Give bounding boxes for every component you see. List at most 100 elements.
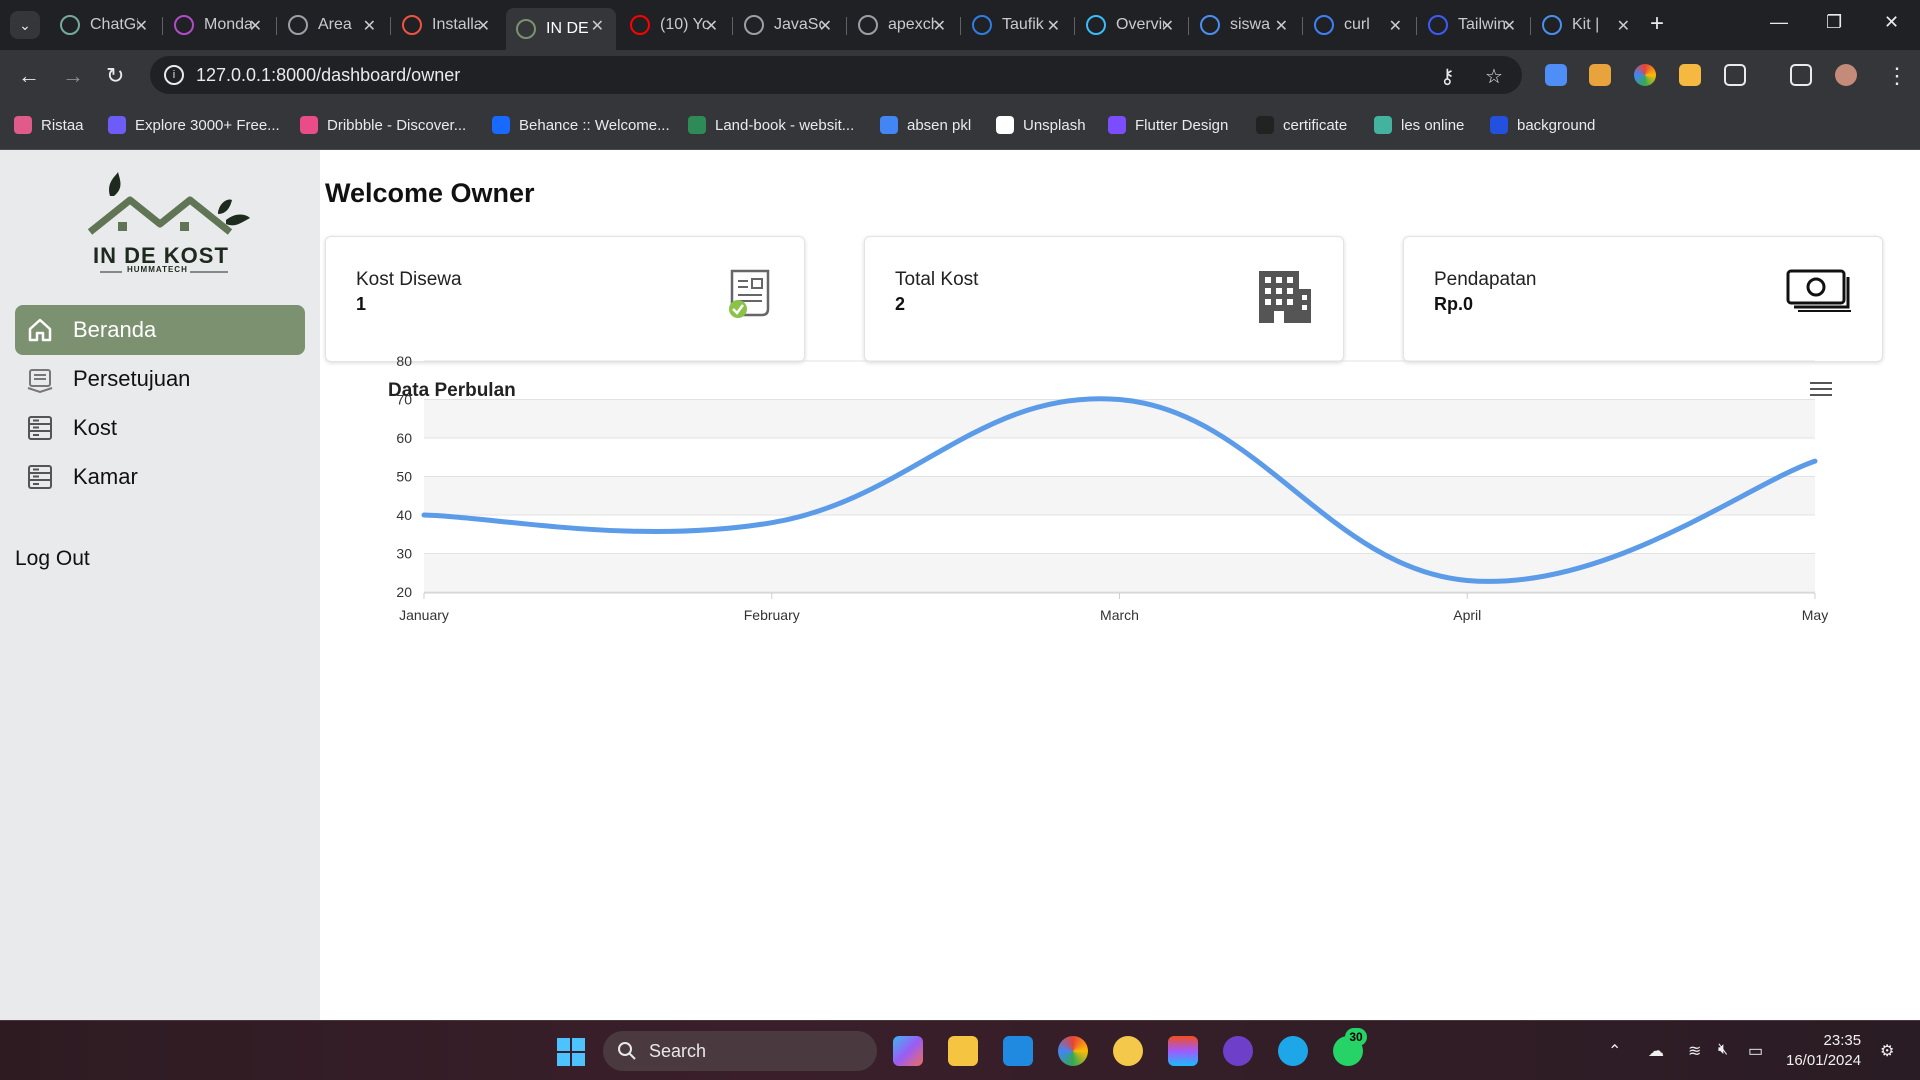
bookmark-favicon-icon xyxy=(492,116,510,134)
windows-start-icon[interactable] xyxy=(557,1038,585,1066)
forward-button[interactable]: → xyxy=(62,63,84,89)
bookmark-item[interactable]: certificate xyxy=(1256,116,1347,134)
extension-color-icon[interactable] xyxy=(1634,64,1656,86)
figma-icon[interactable] xyxy=(1168,1036,1198,1066)
password-key-icon[interactable]: ⚷ xyxy=(1440,64,1455,89)
browser-tab[interactable]: (10) YouTube✕ xyxy=(620,8,730,42)
sidebar-item-beranda[interactable]: Beranda xyxy=(15,305,305,355)
wifi-icon[interactable]: ≋ xyxy=(1688,1041,1701,1061)
bookmark-favicon-icon xyxy=(108,116,126,134)
browser-tab[interactable]: Monday✕ xyxy=(164,8,274,42)
y-tick-label: 60 xyxy=(396,430,412,446)
edge-icon[interactable] xyxy=(1278,1036,1308,1066)
file-explorer-icon[interactable] xyxy=(948,1036,978,1066)
logout-link[interactable]: Log Out xyxy=(15,547,90,571)
tab-close-icon[interactable]: ✕ xyxy=(705,16,718,36)
tab-close-icon[interactable]: ✕ xyxy=(249,16,262,36)
tab-close-icon[interactable]: ✕ xyxy=(1617,16,1630,36)
tray-chevron-icon[interactable]: ⌃ xyxy=(1608,1041,1621,1061)
tab-separator xyxy=(390,17,391,35)
logo-subtitle: HUMMATECH xyxy=(127,265,188,274)
folder-app-icon[interactable] xyxy=(1113,1036,1143,1066)
notifications-icon[interactable]: ⚙ xyxy=(1880,1041,1894,1061)
server-icon xyxy=(25,413,55,443)
bookmark-item[interactable]: Flutter Design xyxy=(1108,116,1228,134)
x-tick-label: January xyxy=(399,607,449,623)
restore-button[interactable]: ❐ xyxy=(1826,12,1842,33)
browser-tab[interactable]: JavaScript✕ xyxy=(734,8,844,42)
browser-tab[interactable]: IN DE KOST✕ xyxy=(506,8,616,50)
tab-separator xyxy=(732,17,733,35)
bookmark-label: Dribbble - Discover... xyxy=(327,116,467,134)
bookmark-favicon-icon xyxy=(14,116,32,134)
bookmark-item[interactable]: Land-book - websit... xyxy=(688,116,854,134)
browser-tab[interactable]: ChatGPT✕ xyxy=(50,8,160,42)
chrome-taskbar-icon[interactable] xyxy=(1058,1036,1088,1066)
browser-tab[interactable]: apexcharts✕ xyxy=(848,8,958,42)
bookmark-star-icon[interactable]: ☆ xyxy=(1485,64,1503,89)
address-bar[interactable]: i 127.0.0.1:8000/dashboard/owner ⚷ ☆ xyxy=(150,56,1522,94)
profile-avatar[interactable] xyxy=(1835,64,1857,86)
browser-tab[interactable]: siswa ✕ xyxy=(1190,8,1300,42)
sidebar-item-kamar[interactable]: Kamar xyxy=(15,452,305,502)
browser-tab[interactable]: Overview✕ xyxy=(1076,8,1186,42)
bookmark-item[interactable]: Dribbble - Discover... xyxy=(300,116,466,134)
extension-clipboard-icon[interactable] xyxy=(1589,64,1611,86)
tab-close-icon[interactable]: ✕ xyxy=(1161,16,1174,36)
grid-band xyxy=(424,476,1815,515)
tab-search-button[interactable]: ⌄ xyxy=(10,11,40,39)
url-text[interactable]: 127.0.0.1:8000/dashboard/owner xyxy=(196,65,460,86)
vscode-icon[interactable] xyxy=(1003,1036,1033,1066)
chrome-menu-icon[interactable]: ⋮ xyxy=(1886,63,1908,89)
tab-close-icon[interactable]: ✕ xyxy=(933,16,946,36)
clock-time: 23:35 xyxy=(1823,1032,1862,1049)
browser-tab[interactable]: Area ✕ xyxy=(278,8,388,42)
extension-docs-icon[interactable] xyxy=(1545,64,1567,86)
taskbar-clock[interactable]: 23:35 16/01/2024 xyxy=(1786,1031,1861,1071)
new-tab-button[interactable]: + xyxy=(1650,10,1664,38)
battery-icon[interactable]: ▭ xyxy=(1748,1041,1763,1061)
bookmark-item[interactable]: les online xyxy=(1374,116,1464,134)
bookmark-item[interactable]: background xyxy=(1490,116,1595,134)
tab-separator xyxy=(1074,17,1075,35)
tab-close-icon[interactable]: ✕ xyxy=(363,16,376,36)
side-panel-icon[interactable] xyxy=(1790,64,1812,86)
bookmark-item[interactable]: Ristaa xyxy=(14,116,84,134)
sidebar-item-persetujuan[interactable]: Persetujuan xyxy=(15,354,305,404)
tab-title: Kit | xyxy=(1572,16,1600,33)
extension-notes-icon[interactable] xyxy=(1679,64,1701,86)
github-desktop-icon[interactable] xyxy=(1223,1036,1253,1066)
tab-close-icon[interactable]: ✕ xyxy=(1275,16,1288,36)
volume-muted-icon[interactable]: 🔇︎ xyxy=(1718,1041,1728,1059)
browser-tab[interactable]: Taufik ✕ xyxy=(962,8,1072,42)
browser-tab[interactable]: Installation✕ xyxy=(392,8,502,42)
copilot-app-icon[interactable] xyxy=(893,1036,923,1066)
sidebar-item-kost[interactable]: Kost xyxy=(15,403,305,453)
bookmark-item[interactable]: Unsplash xyxy=(996,116,1086,134)
bookmark-favicon-icon xyxy=(300,116,318,134)
browser-tab[interactable]: Kit | ✕ xyxy=(1532,8,1642,42)
extensions-puzzle-icon[interactable] xyxy=(1724,64,1746,86)
tab-close-icon[interactable]: ✕ xyxy=(1389,16,1402,36)
y-tick-label: 70 xyxy=(396,392,412,408)
bookmark-label: Flutter Design xyxy=(1135,116,1229,134)
tab-close-icon[interactable]: ✕ xyxy=(477,16,490,36)
bookmark-item[interactable]: absen pkl xyxy=(880,116,971,134)
site-info-icon[interactable]: i xyxy=(164,65,184,85)
onedrive-icon[interactable]: ☁ xyxy=(1648,1041,1664,1061)
close-window-button[interactable]: ✕ xyxy=(1884,12,1899,33)
tab-close-icon[interactable]: ✕ xyxy=(135,16,148,36)
minimize-button[interactable]: — xyxy=(1770,12,1788,33)
taskbar-search[interactable]: Search xyxy=(603,1031,877,1071)
back-button[interactable]: ← xyxy=(18,63,40,89)
tab-close-icon[interactable]: ✕ xyxy=(1503,16,1516,36)
tab-close-icon[interactable]: ✕ xyxy=(1047,16,1060,36)
browser-tab[interactable]: Tailwind✕ xyxy=(1418,8,1528,42)
bookmark-item[interactable]: Behance :: Welcome... xyxy=(492,116,670,134)
bookmark-item[interactable]: Explore 3000+ Free... xyxy=(108,116,280,134)
reload-button[interactable]: ↻ xyxy=(106,63,124,89)
browser-tab[interactable]: curl ✕ xyxy=(1304,8,1414,42)
tab-close-icon[interactable]: ✕ xyxy=(819,16,832,36)
tab-close-icon[interactable]: ✕ xyxy=(591,16,604,36)
tab-favicon-icon xyxy=(288,15,308,35)
